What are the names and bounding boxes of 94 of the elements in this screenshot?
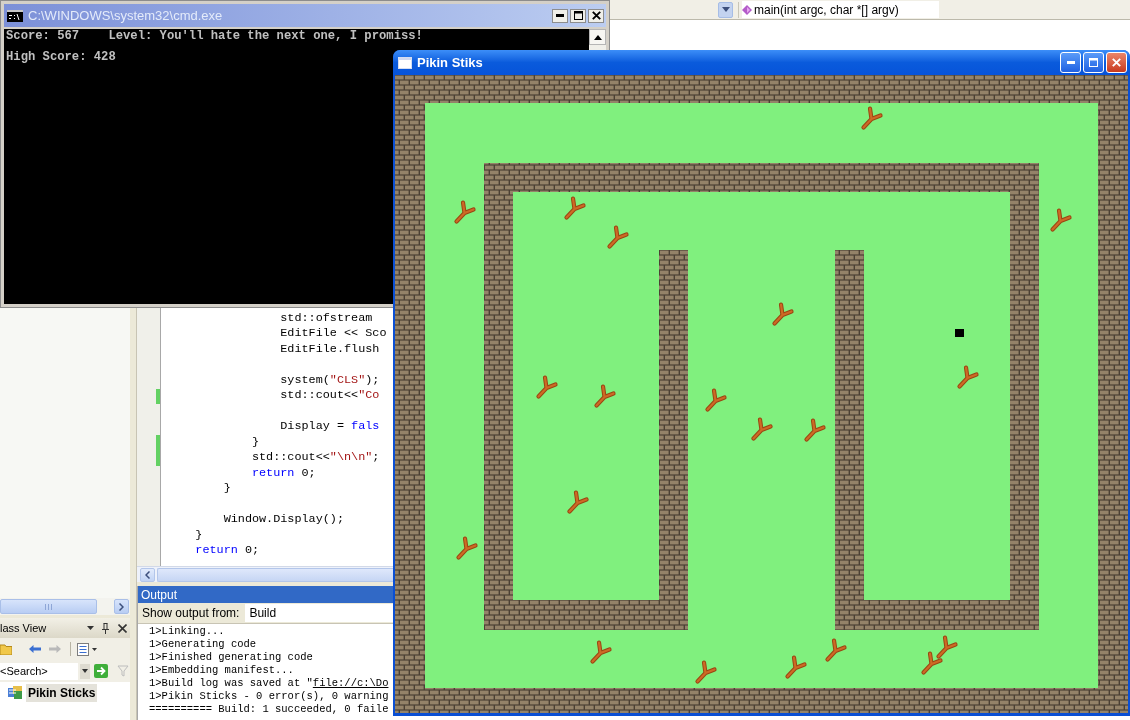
close-icon: [1112, 58, 1121, 67]
stick-icon: [825, 638, 847, 662]
close-icon: [591, 11, 601, 20]
stick-icon: [695, 660, 717, 684]
stick-icon: [751, 417, 773, 441]
caret-down-icon: [92, 647, 97, 651]
stick-icon: [705, 388, 727, 412]
output-line: ========== Build: 1 succeeded, 0 faile: [149, 703, 389, 716]
output-line: 1>Build log was saved at "file://c:\Do: [149, 677, 389, 690]
horizontal-scrollbar[interactable]: [0, 598, 130, 615]
search-dropdown-button[interactable]: [80, 663, 90, 679]
search-field[interactable]: <Search>: [0, 662, 78, 680]
close-icon: [117, 623, 127, 633]
stick-icon: [564, 196, 586, 220]
stick-icon: [590, 640, 612, 664]
output-line: 1>Pikin Sticks - 0 error(s), 0 warning: [149, 690, 389, 703]
folder-icon: [0, 643, 12, 655]
stick-icon: [861, 106, 883, 130]
output-line: 1>Finished generating code: [149, 651, 313, 664]
stick-icon: [772, 302, 794, 326]
filter-icon: [117, 665, 129, 677]
method-icon: [742, 4, 752, 15]
stick-icon: [804, 418, 826, 442]
code-line: std::cout<<"\n\n";: [251, 449, 380, 467]
forward-arrow-icon: [49, 645, 61, 653]
code-line: system("CLS");: [280, 371, 380, 389]
stick-icon: [454, 200, 476, 224]
pin-button[interactable]: [100, 621, 110, 635]
maximize-button[interactable]: [570, 8, 586, 23]
stick-icon: [607, 225, 629, 249]
stick-icon: [536, 375, 558, 399]
output-line: 1>Embedding manifest...: [149, 664, 294, 677]
close-button[interactable]: [588, 8, 604, 23]
code-line: }: [195, 526, 203, 544]
output-source-dropdown[interactable]: Build: [245, 604, 393, 622]
project-icon: [8, 686, 23, 699]
code-line: }: [223, 480, 231, 498]
stick-icon: [785, 655, 807, 679]
window-title: Pikin Stiks: [417, 53, 483, 72]
caret-left-icon: [145, 570, 150, 579]
caret-right-icon: [119, 602, 124, 611]
caret-down-icon: [721, 7, 730, 12]
code-line: return 0;: [251, 464, 316, 482]
folder-button[interactable]: [0, 641, 14, 657]
console-app-icon: [7, 9, 23, 22]
member-dropdown[interactable]: main(int argc, char *[] argv): [742, 1, 939, 18]
code-line: std::ofstream: [280, 309, 373, 327]
scroll-right-button[interactable]: [114, 599, 129, 614]
caret-down-icon: [86, 626, 94, 630]
view-options-button[interactable]: [77, 641, 97, 657]
scrollbar-thumb[interactable]: [0, 599, 97, 614]
stick-icon: [567, 490, 589, 514]
maximize-icon: [573, 11, 583, 20]
stick-icon: [936, 635, 958, 659]
list-icon: [77, 642, 89, 656]
go-arrow-icon: [94, 664, 108, 678]
code-editor[interactable]: std::ofstream EditFile << Sco EditFile.flush system("CLS"); std::cout<<"Co Display = fals } std::cout<<"\n\n"; return 0; } Window.Display(); } return 0;: [137, 308, 393, 582]
code-line: std::cout<<"Co: [280, 387, 380, 405]
maximize-icon: [1089, 58, 1098, 67]
panel-title: Output: [141, 586, 178, 604]
code-line: EditFile << Sco: [280, 325, 387, 343]
stick-icon: [921, 651, 943, 675]
output-line: 1>Generating code: [149, 638, 257, 651]
stick-icon: [594, 384, 616, 408]
scroll-up-button[interactable]: [589, 29, 606, 45]
minimize-icon: [556, 14, 564, 17]
output-line: 1>Linking...: [149, 625, 225, 638]
caret-up-icon: [593, 34, 602, 40]
pin-icon: [101, 622, 109, 634]
code-line: Display = fals: [280, 418, 380, 436]
code-line: }: [251, 433, 260, 451]
close-button[interactable]: [116, 621, 128, 635]
scroll-left-button[interactable]: [140, 567, 155, 582]
stick-icon: [456, 536, 478, 560]
back-arrow-icon: [29, 645, 41, 653]
dropdown-button[interactable]: [718, 1, 733, 18]
window-icon: [398, 56, 412, 69]
player-square: [955, 329, 964, 337]
console-line: High Score: 428: [6, 50, 116, 64]
window-title: C:\WINDOWS\system32\cmd.exe: [28, 6, 223, 25]
tree-item[interactable]: Pikin Sticks: [26, 683, 98, 702]
console-line: Score: 567 Level: You'll hate the next one, I promiss!: [6, 29, 423, 43]
grip-icon: [45, 603, 52, 610]
stick-icon: [1050, 208, 1072, 232]
output-source-label: Show output from:: [142, 605, 240, 622]
panel-title: lass View: [0, 620, 47, 636]
caret-down-icon: [82, 669, 88, 673]
code-line: Window.Display();: [223, 511, 344, 529]
file-link[interactable]: file://c:\Do: [312, 677, 389, 689]
code-line: EditFile.flush: [280, 340, 380, 358]
minimize-button[interactable]: [552, 8, 568, 23]
stick-icon: [957, 365, 979, 389]
code-line: return 0;: [195, 542, 260, 560]
minimize-icon: [1066, 61, 1075, 64]
